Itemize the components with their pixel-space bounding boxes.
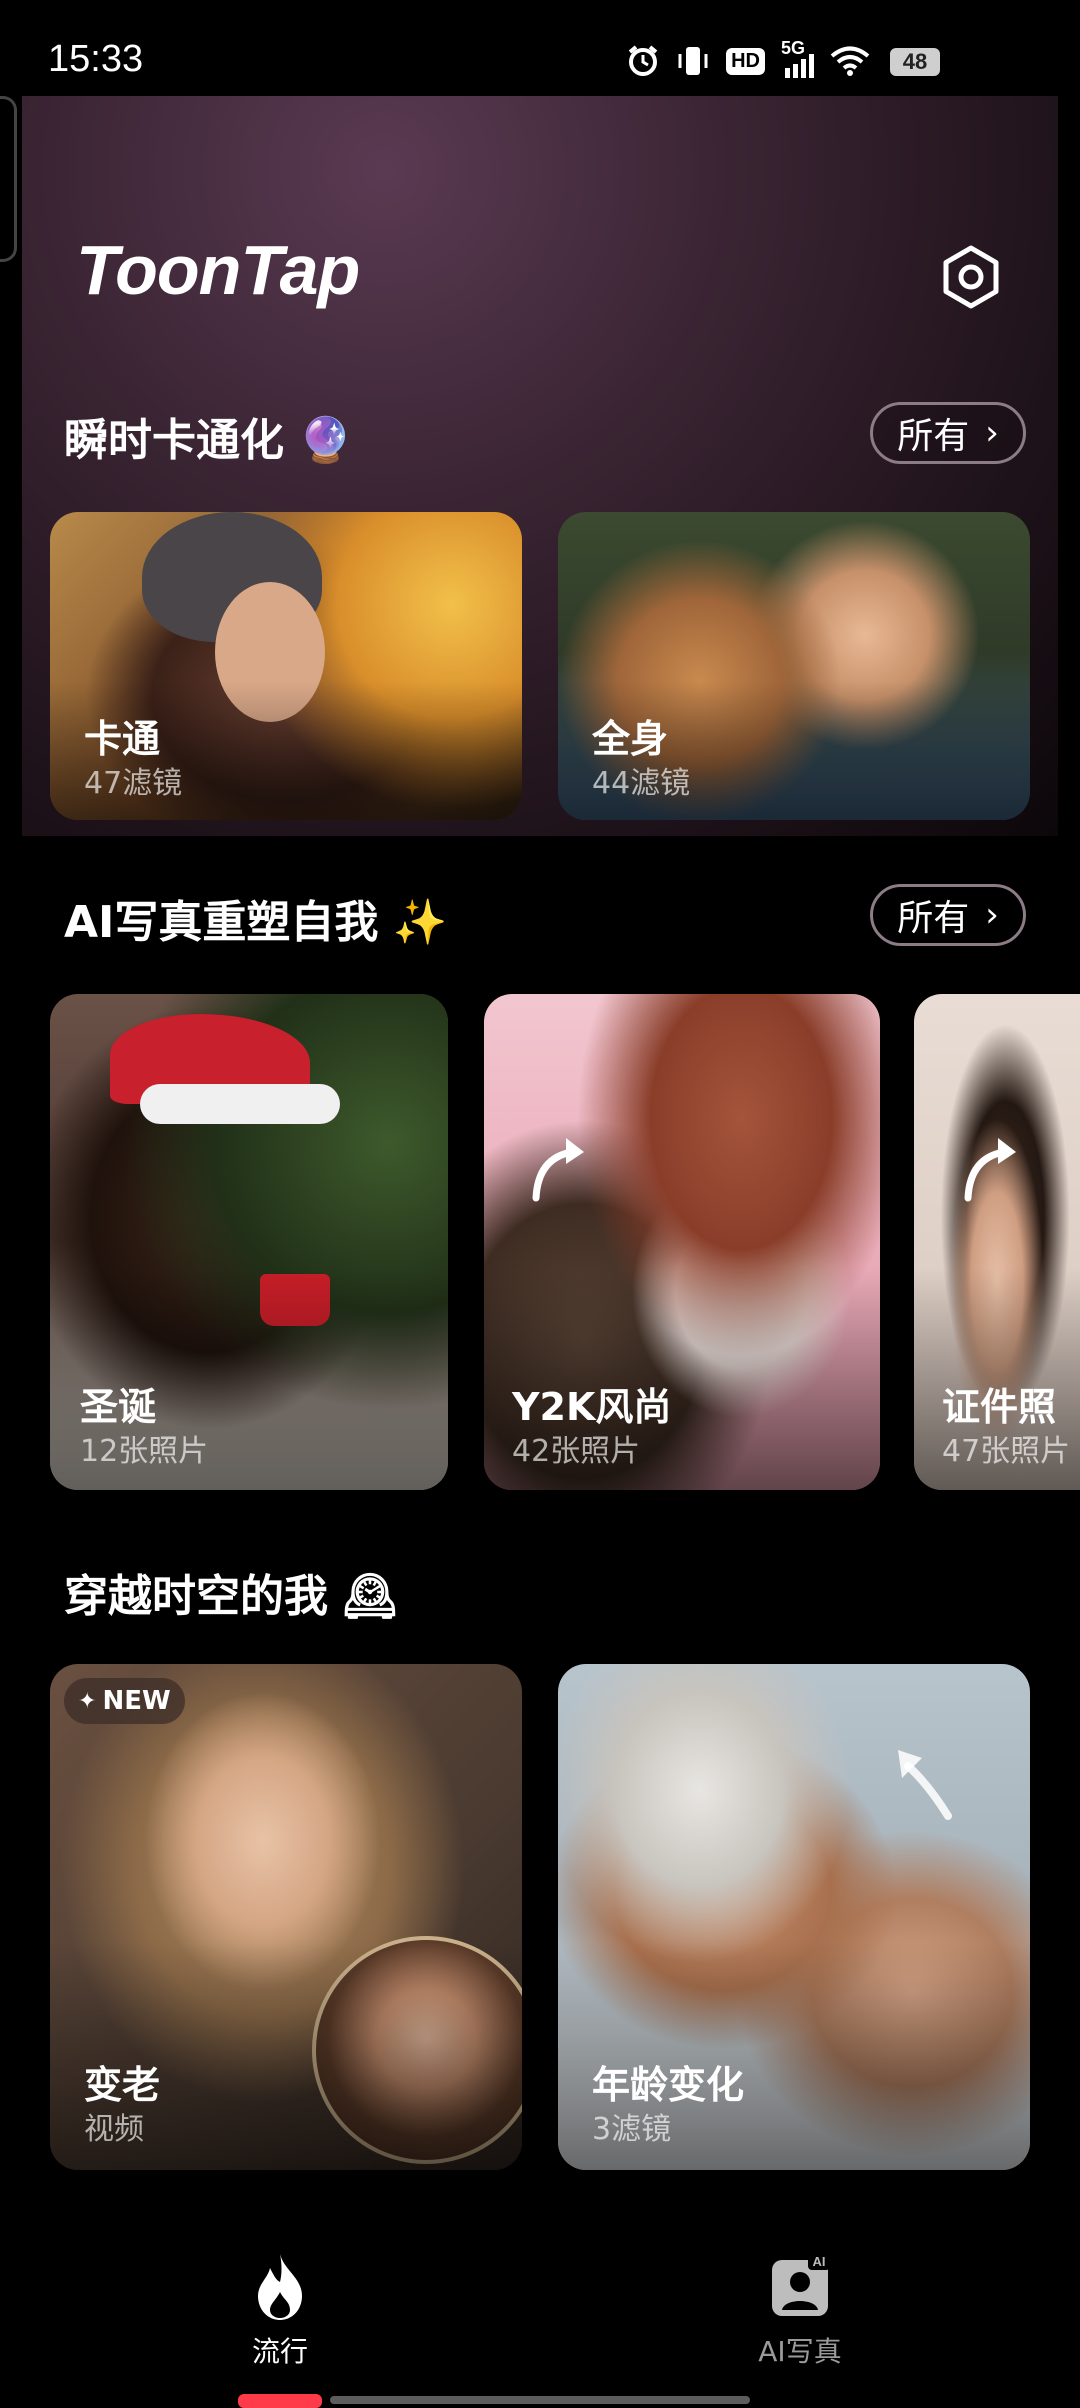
card-title: 圣诞 xyxy=(80,1385,157,1429)
ai-portrait-icon: AI xyxy=(772,2252,830,2316)
arrow-icon xyxy=(532,1138,584,1202)
hat-brim-shape xyxy=(140,1084,340,1124)
card-subtitle: 42张照片 xyxy=(512,1434,641,1469)
chevron-right-icon: › xyxy=(985,895,999,935)
card-full-body[interactable]: 全身 44滤镜 xyxy=(558,512,1030,820)
card-age-change[interactable]: 年龄变化 3滤镜 xyxy=(558,1664,1030,2170)
status-icons: HD 5G xyxy=(626,38,870,78)
card-title: 证件照 xyxy=(942,1385,1057,1429)
settings-icon[interactable] xyxy=(938,244,1004,310)
card-id-photo[interactable]: 证件照 47张照片 xyxy=(914,994,1080,1490)
all-button-label: 所有 xyxy=(897,416,970,457)
signal-icon: 5G xyxy=(781,38,814,78)
section-title-ai-portrait: AI写真重塑自我 ✨ xyxy=(64,886,447,950)
section-title-instant-cartoon: 瞬时卡通化 🔮 xyxy=(64,404,353,468)
section-title-text: 穿越时空的我 xyxy=(64,1571,328,1622)
network-type: 5G xyxy=(781,38,806,58)
new-badge: ✦ NEW xyxy=(64,1678,185,1724)
battery-icon: 48 xyxy=(890,48,940,76)
nav-label-ai-portrait: AI写真 xyxy=(758,2335,842,2368)
vibrate-icon xyxy=(678,47,708,75)
active-tab-indicator xyxy=(238,2394,322,2408)
card-subtitle: 视频 xyxy=(84,2112,144,2147)
card-title: 全身 xyxy=(592,717,669,761)
hd-icon: HD xyxy=(726,47,765,75)
edge-handle xyxy=(0,96,17,262)
card-title: 年龄变化 xyxy=(592,2063,745,2107)
card-aging[interactable]: ✦ NEW 变老 视频 xyxy=(50,1664,522,2170)
card-christmas[interactable]: 圣诞 12张照片 xyxy=(50,994,448,1490)
screen: 15:33 HD 5G 48 ToonTap 瞬时卡通化 🔮 所有 › 卡通 4… xyxy=(0,0,1080,2408)
status-time: 15:33 xyxy=(48,38,144,80)
card-subtitle: 12张照片 xyxy=(80,1434,209,1469)
clock-icon: 🕰 xyxy=(342,1571,398,1622)
arrow-icon xyxy=(964,1138,1016,1202)
nav-item-ai-portrait[interactable]: AI AI写真 xyxy=(700,2252,900,2370)
sparkles-icon: ✨ xyxy=(392,897,448,948)
home-gesture-bar[interactable] xyxy=(330,2396,750,2404)
sparkle-icon: ✦ xyxy=(78,1688,97,1714)
section-title-text: AI写真重塑自我 xyxy=(64,897,379,948)
flame-icon xyxy=(258,2254,302,2320)
app-logo: ToonTap xyxy=(76,231,360,309)
nav-item-trending[interactable]: 流行 xyxy=(180,2252,380,2370)
chevron-right-icon: › xyxy=(985,413,999,453)
card-subtitle: 44滤镜 xyxy=(592,766,691,801)
alarm-icon xyxy=(628,45,658,76)
card-title: 卡通 xyxy=(84,717,161,761)
card-title: 变老 xyxy=(84,2063,161,2107)
crystal-ball-icon: 🔮 xyxy=(298,415,353,466)
nav-label-trending: 流行 xyxy=(251,2335,308,2368)
card-cartoon[interactable]: 卡通 47滤镜 xyxy=(50,512,522,820)
wifi-icon xyxy=(830,46,870,76)
new-badge-label: NEW xyxy=(102,1686,171,1716)
card-subtitle: 47张照片 xyxy=(942,1434,1071,1469)
all-button-ai-portrait[interactable]: 所有 › xyxy=(870,884,1026,946)
bottom-nav: 流行 AI AI写真 xyxy=(0,2230,1080,2408)
card-title: Y2K风尚 xyxy=(512,1385,672,1429)
svg-text:AI: AI xyxy=(813,2254,826,2269)
all-button-label: 所有 xyxy=(897,898,970,939)
status-bar: 15:33 HD 5G 48 xyxy=(0,0,1080,100)
arrow-icon xyxy=(898,1750,952,1820)
section-title-text: 瞬时卡通化 xyxy=(64,415,284,466)
card-subtitle: 47滤镜 xyxy=(84,766,183,801)
all-button-instant-cartoon[interactable]: 所有 › xyxy=(870,402,1026,464)
card-y2k[interactable]: Y2K风尚 42张照片 xyxy=(484,994,880,1490)
card-subtitle: 3滤镜 xyxy=(592,2112,672,2147)
section-title-time-travel: 穿越时空的我 🕰 xyxy=(64,1560,398,1624)
